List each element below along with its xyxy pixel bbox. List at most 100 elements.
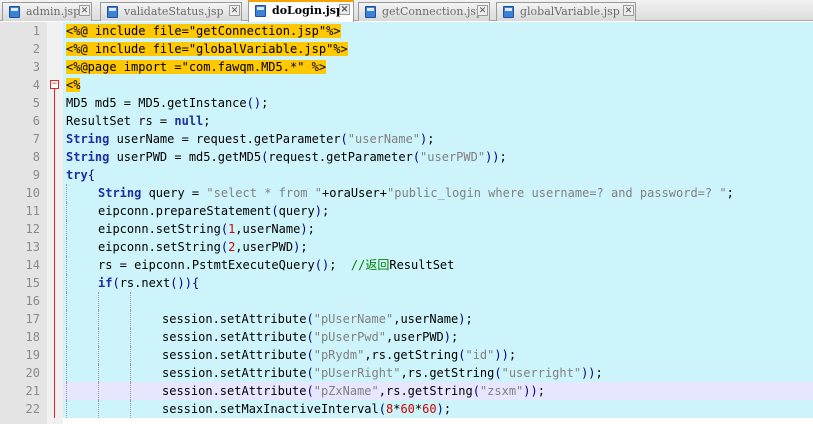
code-text: if(rs.next()){: [98, 274, 199, 292]
code-token: ,rs.getString: [378, 384, 473, 398]
line-number: 11: [25, 204, 40, 218]
indent-guide: [66, 274, 67, 292]
code-line[interactable]: 7 String userName = request.getParameter(…: [0, 130, 813, 148]
code-line[interactable]: 12 eipconn.setString(1,userName);: [0, 220, 813, 238]
code-line[interactable]: 8 String userPWD = md5.getMD5 (request.get…: [0, 148, 813, 166]
code-line[interactable]: 15 if(rs.next()){: [0, 274, 813, 292]
code-line[interactable]: 10 String query = "select * from "+oraUse…: [0, 184, 813, 202]
fold-line: [47, 148, 63, 166]
close-icon[interactable]: ✕: [623, 5, 634, 16]
code-token: "userPWD": [420, 150, 486, 164]
tab-dologin[interactable]: doLogin.jsp ✕: [248, 0, 354, 22]
code-text: session.setAttribute("pUserRight",rs.get…: [162, 364, 603, 382]
code-token: (: [378, 402, 386, 416]
code-token: ;: [321, 204, 330, 218]
code-text-area[interactable]: if(rs.next()){: [63, 274, 813, 292]
code-text-area[interactable]: <%@ include file="getConnection.jsp"%>: [63, 22, 813, 40]
code-line[interactable]: 5 MD5 md5 = MD5.getInstance();: [0, 94, 813, 112]
code-token: ;: [595, 366, 603, 380]
code-token: <%@page import ="com.fawqm.MD5.*" %>: [66, 60, 327, 74]
code-text: String query = "select * from "+oraUser+…: [98, 184, 734, 202]
code-text-area[interactable]: <%: [63, 76, 813, 94]
indent-guide: [66, 382, 67, 400]
code-token: ;: [499, 150, 507, 164]
code-token: rs = eipconn.PstmtExecuteQuery: [98, 258, 315, 272]
indent-guide: [66, 328, 67, 346]
close-icon[interactable]: ✕: [229, 5, 240, 16]
code-line[interactable]: 22 session.setMaxInactiveInterval(8*60*60…: [0, 400, 813, 418]
code-text-area[interactable]: String userPWD = md5.getMD5 (request.getP…: [63, 148, 813, 166]
code-token: (: [306, 348, 314, 362]
indent-guide: [66, 202, 67, 220]
code-line[interactable]: 11 eipconn.prepareStatement(query);: [0, 202, 813, 220]
tab-getconnection[interactable]: getConnection.jsp ✕: [358, 2, 490, 21]
indent-guide: [98, 346, 99, 364]
code-text: rs = eipconn.PstmtExecuteQuery(); //返回Re…: [98, 256, 454, 274]
code-token: session.setMaxInactiveInterval: [162, 402, 379, 416]
code-text-area[interactable]: <%@page import ="com.fawqm.MD5.*" %>: [63, 58, 813, 76]
code-text-area[interactable]: session.setAttribute("pUserRight",rs.get…: [63, 364, 813, 382]
code-text-area[interactable]: try{: [63, 166, 813, 184]
code-token: if: [98, 276, 113, 290]
close-icon[interactable]: ✕: [477, 5, 488, 16]
line-number: 4: [32, 78, 40, 92]
fold-line: [47, 364, 63, 382]
fold-line: [47, 310, 63, 328]
close-icon[interactable]: ✕: [79, 5, 90, 16]
code-text-area[interactable]: eipconn.prepareStatement(query);: [63, 202, 813, 220]
code-text-area[interactable]: String userName = request.getParameter("…: [63, 130, 813, 148]
code-line[interactable]: 4 − <%: [0, 76, 813, 94]
close-icon[interactable]: ✕: [339, 4, 350, 15]
collapse-icon[interactable]: −: [50, 80, 59, 89]
code-text-area[interactable]: session.setAttribute("pRydm",rs.getStrin…: [63, 346, 813, 364]
fold-toggle[interactable]: −: [47, 76, 63, 94]
line-number: 3: [32, 60, 40, 74]
code-text-area[interactable]: eipconn.setString(1,userName);: [63, 220, 813, 238]
code-line[interactable]: 1 <%@ include file="getConnection.jsp"%>: [0, 22, 813, 40]
code-line[interactable]: 20 session.setAttribute("pUserRight",rs.g…: [0, 364, 813, 382]
code-line[interactable]: 16: [0, 292, 813, 310]
code-text-area[interactable]: [63, 292, 813, 310]
code-token: )): [485, 150, 500, 164]
code-editor[interactable]: 1 <%@ include file="getConnection.jsp"%> 2…: [0, 22, 813, 424]
code-text-area[interactable]: session.setAttribute("pUserPwd",userPWD)…: [63, 328, 813, 346]
code-text-area[interactable]: rs = eipconn.PstmtExecuteQuery(); //返回Re…: [63, 256, 813, 274]
code-token: "pRydm": [313, 348, 365, 362]
code-line[interactable]: 17 session.setAttribute("pUserName",userN…: [0, 310, 813, 328]
code-token: (): [314, 258, 330, 272]
code-text-area[interactable]: ResultSet rs = null;: [63, 112, 813, 130]
code-token: ;: [307, 222, 315, 236]
code-text-area[interactable]: String query = "select * from "+oraUser+…: [63, 184, 813, 202]
code-line[interactable]: 19 session.setAttribute("pRydm",rs.getStr…: [0, 346, 813, 364]
code-text-area[interactable]: <%@ include file="globalVariable.jsp"%>: [63, 40, 813, 58]
code-token: (: [306, 330, 314, 344]
file-icon: [503, 6, 514, 18]
code-line[interactable]: 14 rs = eipconn.PstmtExecuteQuery(); //返回…: [0, 256, 813, 274]
code-text: String userName = request.getParameter("…: [66, 130, 435, 148]
code-text-area[interactable]: session.setAttribute("pUserName",userNam…: [63, 310, 813, 328]
code-token: "userName": [347, 132, 421, 146]
fold-line: [47, 184, 63, 202]
code-text-area[interactable]: eipconn.setString(2,userPWD);: [63, 238, 813, 256]
code-line[interactable]: 3 <%@page import ="com.fawqm.MD5.*" %>: [0, 58, 813, 76]
code-text-area[interactable]: MD5 md5 = MD5.getInstance();: [63, 94, 813, 112]
code-line[interactable]: 18 session.setAttribute("pUserPwd",userPW…: [0, 328, 813, 346]
code-line[interactable]: 21 session.setAttribute("pZxName",rs.getS…: [0, 382, 813, 400]
fold-line: [47, 238, 63, 256]
tab-globalvariable[interactable]: globalVariable.jsp ✕: [496, 2, 636, 21]
tab-admin[interactable]: admin.jsp ✕: [2, 2, 92, 21]
code-line[interactable]: 13 eipconn.setString(2,userPWD);: [0, 238, 813, 256]
indent-guide: [98, 292, 99, 310]
code-text-area[interactable]: session.setAttribute("pZxName",rs.getStr…: [63, 382, 813, 400]
code-token: <%@ include file="globalVariable.jsp"%>: [66, 42, 348, 56]
code-token: ,userName: [393, 312, 459, 326]
fold-line: [47, 256, 63, 274]
tab-bar: admin.jsp ✕ validateStatus.jsp ✕ doLogin…: [0, 0, 813, 22]
code-line[interactable]: 6 ResultSet rs = null;: [0, 112, 813, 130]
indent-guide: [66, 220, 67, 238]
tab-validatestatus[interactable]: validateStatus.jsp ✕: [100, 2, 242, 21]
code-text-area[interactable]: session.setMaxInactiveInterval(8*60*60);: [63, 400, 813, 418]
code-token: +oraUser+: [321, 186, 388, 200]
code-line[interactable]: 2 <%@ include file="globalVariable.jsp"%>: [0, 40, 813, 58]
code-line[interactable]: 9 try{: [0, 166, 813, 184]
